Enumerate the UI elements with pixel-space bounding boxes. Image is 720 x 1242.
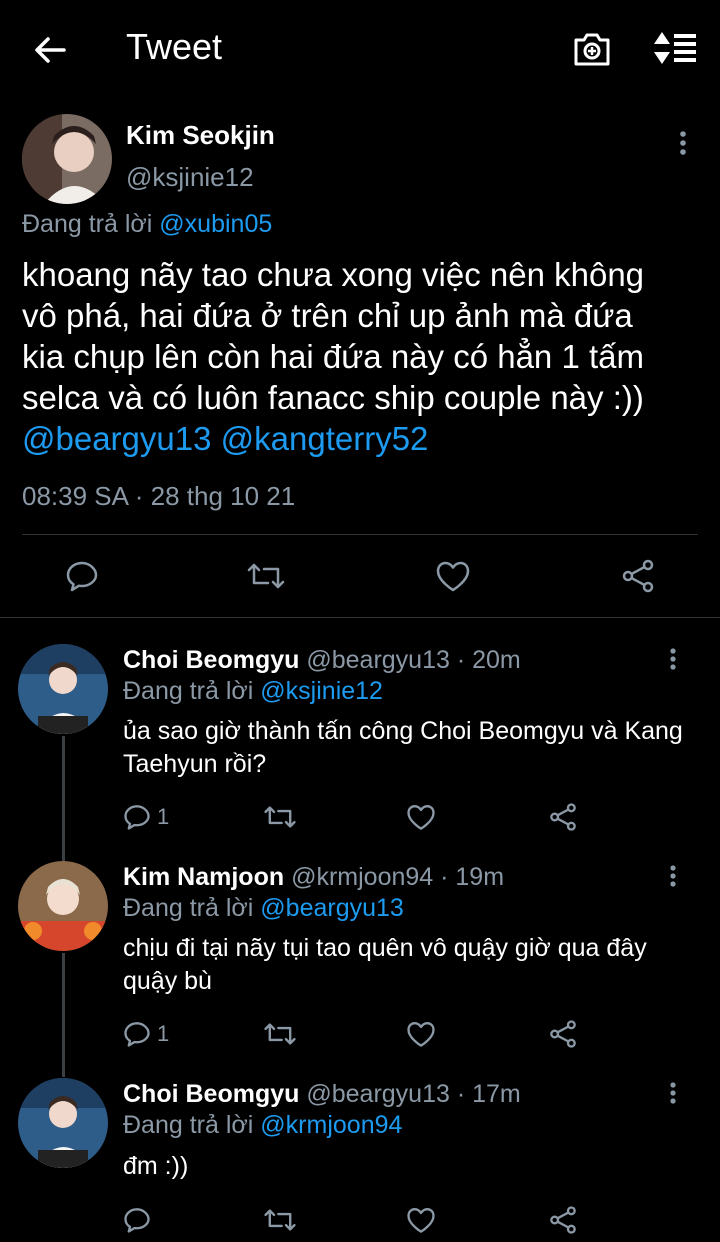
divider	[22, 534, 698, 535]
sort-replies-icon[interactable]	[652, 30, 700, 74]
reply-action[interactable]: 1	[123, 1017, 183, 1051]
reply-header: Choi Beomgyu @beargyu13 · 17m	[123, 1080, 521, 1109]
replying-to-line: Đang trả lời @krmjoon94	[123, 1111, 402, 1140]
replying-to-link[interactable]: @beargyu13	[260, 894, 404, 922]
mention-link[interactable]: @beargyu13	[22, 420, 211, 457]
tweet-text-line: vô phá, hai đứa ở trên chỉ up ảnh mà đứa	[22, 297, 633, 334]
reply-header: Choi Beomgyu @beargyu13 · 20m	[123, 646, 521, 675]
reply-text: chịu đi tại nãy tụi tao quên vô quậy giờ…	[123, 934, 647, 995]
replying-to-line: Đang trả lời @xubin05	[22, 210, 272, 239]
avatar[interactable]	[18, 861, 108, 951]
avatar[interactable]	[18, 644, 108, 734]
share-icon[interactable]	[548, 800, 584, 834]
retweet-icon[interactable]	[246, 556, 286, 596]
tweet-text-line: kia chụp lên còn hai đứa này có hẳn 1 tấ…	[22, 338, 644, 375]
more-options-icon[interactable]	[660, 863, 686, 893]
divider	[0, 617, 720, 618]
reply-handle-time: @krmjoon94 · 19m	[291, 863, 505, 891]
author-handle[interactable]: @ksjinie12	[126, 162, 254, 193]
replying-prefix: Đang trả lời	[123, 1111, 254, 1139]
like-heart-icon[interactable]	[406, 800, 442, 834]
camera-icon[interactable]	[572, 30, 616, 74]
top-app-bar: Tweet	[0, 0, 720, 100]
avatar[interactable]	[18, 1078, 108, 1168]
retweet-icon[interactable]	[263, 1017, 299, 1051]
share-icon[interactable]	[548, 1017, 584, 1051]
page-title: Tweet	[126, 26, 223, 67]
tweet-mentions: @beargyu13 @kangterry52	[22, 418, 702, 459]
avatar[interactable]	[22, 114, 112, 204]
like-heart-icon[interactable]	[406, 1017, 442, 1051]
author-name[interactable]: Kim Seokjin	[126, 120, 275, 151]
replying-prefix: Đang trả lời	[22, 210, 153, 238]
reply-author-name[interactable]: Choi Beomgyu	[123, 646, 299, 674]
reply-handle-time: @beargyu13 · 20m	[306, 646, 521, 674]
reply-text: ủa sao giờ thành tấn công Choi Beomgyu v…	[123, 717, 683, 778]
retweet-icon[interactable]	[263, 1203, 299, 1237]
thread-connector	[62, 736, 65, 862]
share-icon[interactable]	[548, 1203, 584, 1237]
back-arrow-icon[interactable]	[28, 28, 72, 72]
replying-to-line: Đang trả lời @beargyu13	[123, 894, 404, 923]
retweet-icon[interactable]	[263, 800, 299, 834]
reply-author-name[interactable]: Choi Beomgyu	[123, 1080, 299, 1108]
like-heart-icon[interactable]	[406, 1203, 442, 1237]
replying-prefix: Đang trả lời	[123, 894, 254, 922]
reply-icon[interactable]	[123, 1203, 159, 1237]
reply-text: đm :))	[123, 1152, 189, 1180]
more-options-icon[interactable]	[660, 1080, 686, 1110]
reply-count: 1	[157, 804, 170, 829]
reply-count: 1	[157, 1021, 170, 1046]
reply-icon[interactable]	[62, 556, 102, 596]
reply-author-name[interactable]: Kim Namjoon	[123, 863, 284, 891]
replying-to-line: Đang trả lời @ksjinie12	[123, 677, 383, 706]
tweet-timestamp: 08:39 SA · 28 thg 10 21	[22, 481, 296, 511]
tweet-text-line: selca và có luôn fanacc ship couple này …	[22, 379, 644, 416]
replying-prefix: Đang trả lời	[123, 677, 254, 705]
replying-to-link[interactable]: @xubin05	[159, 210, 272, 238]
reply-icon	[124, 1022, 150, 1047]
more-options-icon[interactable]	[668, 128, 698, 158]
share-icon[interactable]	[618, 556, 658, 596]
thread-connector	[62, 953, 65, 1077]
reply-header: Kim Namjoon @krmjoon94 · 19m	[123, 863, 504, 892]
tweet-text-line: khoang nãy tao chưa xong việc nên không	[22, 256, 645, 293]
reply-action[interactable]: 1	[123, 800, 183, 834]
reply-handle-time: @beargyu13 · 17m	[306, 1080, 521, 1108]
tweet-text: khoang nãy tao chưa xong việc nên không …	[22, 254, 702, 459]
reply-icon	[124, 805, 150, 830]
like-heart-icon[interactable]	[433, 556, 473, 596]
mention-link[interactable]: @kangterry52	[221, 420, 429, 457]
more-options-icon[interactable]	[660, 646, 686, 676]
replying-to-link[interactable]: @krmjoon94	[260, 1111, 402, 1139]
replying-to-link[interactable]: @ksjinie12	[260, 677, 383, 705]
